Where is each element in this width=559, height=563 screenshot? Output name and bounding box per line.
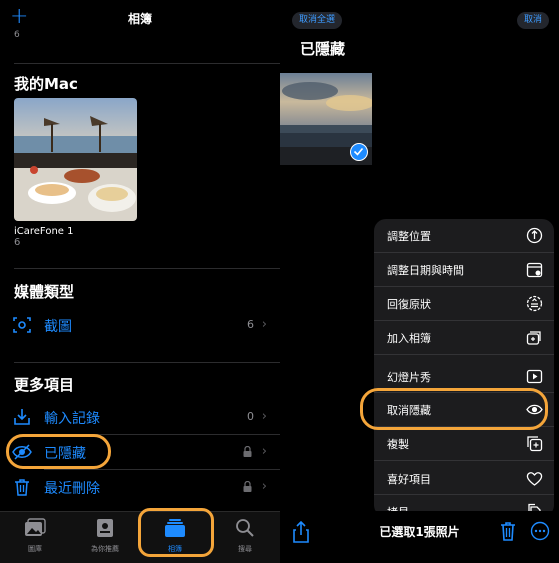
revert-icon: [526, 295, 543, 312]
chevron-right-icon: ›: [261, 317, 267, 332]
hidden-album-screen: 取消全選 取消 已隱藏 調整位置 調整日期與時間 回復原狀 加入相簿 幻燈片秀 …: [280, 0, 559, 563]
menu-item-add-to-album[interactable]: 加入相簿: [374, 321, 554, 354]
menu-item-adjust-location[interactable]: 調整位置: [374, 219, 554, 252]
album-name: iCareFone 1: [14, 226, 74, 237]
list-item-recently-deleted[interactable]: 最近刪除 ›: [0, 470, 280, 504]
album-count: 6: [14, 30, 20, 40]
photos-library-icon: [25, 518, 46, 536]
menu-item-favorite[interactable]: 喜好項目: [374, 462, 554, 495]
for-you-icon: [97, 519, 113, 537]
selection-count: 已選取1張照片: [379, 525, 460, 539]
trash-icon: [15, 479, 29, 496]
divider: [14, 268, 280, 269]
page-title: 相簿: [127, 12, 152, 26]
menu-item-label: 加入相簿: [387, 332, 431, 345]
chevron-right-icon: ›: [261, 479, 267, 494]
selected-checkmark-icon: [350, 143, 368, 161]
search-icon: [236, 519, 254, 537]
add-to-album-icon: [526, 331, 541, 345]
list-item-label: 截圖: [44, 319, 72, 335]
chevron-right-icon: ›: [261, 444, 267, 459]
section-title-media-types: 媒體類型: [14, 283, 75, 301]
divider: [14, 362, 280, 363]
list-item-imports[interactable]: 輸入記錄 0 ›: [0, 400, 280, 434]
section-title-my-mac: 我的Mac: [14, 75, 78, 93]
page-title: 已隱藏: [300, 40, 346, 58]
heart-icon: [526, 472, 543, 486]
album-item-count: 6: [14, 237, 21, 248]
selection-toolbar: 已選取1張照片: [280, 511, 559, 563]
menu-item-label: 幻燈片秀: [387, 371, 431, 384]
highlight-unhide-item: [360, 388, 548, 430]
tab-label: 為你推薦: [91, 545, 119, 553]
tab-search[interactable]: 搜尋: [217, 518, 273, 554]
duplicate-icon: [527, 436, 543, 452]
album-thumbnail[interactable]: [14, 98, 137, 221]
trash-icon[interactable]: [499, 521, 517, 541]
tab-library[interactable]: 圖庫: [7, 518, 63, 554]
section-title-more-items: 更多項目: [14, 376, 75, 394]
deselect-all-button[interactable]: 取消全選: [292, 12, 343, 29]
tab-label: 搜尋: [238, 545, 252, 553]
albums-screen: + 相簿 6 我的Mac iCareFone 1 6 媒體類型 截圖 6 › 更…: [0, 0, 280, 563]
chevron-right-icon: ›: [261, 409, 267, 424]
menu-item-duplicate[interactable]: 複製: [374, 427, 554, 460]
adjust-location-icon: [526, 227, 543, 244]
screenshot-icon: [13, 317, 31, 333]
divider: [374, 354, 554, 355]
highlight-hidden-album: [6, 434, 111, 469]
context-menu: 調整位置 調整日期與時間 回復原狀 加入相簿 幻燈片秀 取消隱藏 複製 喜好項目: [374, 219, 554, 517]
list-item-label: 輸入記錄: [44, 411, 100, 427]
menu-item-label: 複製: [387, 438, 409, 451]
menu-item-label: 調整日期與時間: [387, 264, 464, 277]
slideshow-icon: [526, 369, 543, 384]
import-icon: [14, 409, 30, 425]
menu-item-adjust-date-time[interactable]: 調整日期與時間: [374, 253, 554, 286]
tab-for-you[interactable]: 為你推薦: [77, 518, 133, 554]
menu-item-revert[interactable]: 回復原狀: [374, 287, 554, 320]
menu-item-label: 回復原狀: [387, 298, 431, 311]
list-item-count: 0: [247, 410, 254, 423]
lock-icon: [243, 481, 252, 492]
menu-item-label: 調整位置: [387, 230, 431, 243]
highlight-albums-tab: [138, 508, 214, 557]
divider: [14, 63, 280, 64]
list-item-label: 最近刪除: [44, 481, 100, 497]
tab-label: 圖庫: [28, 545, 42, 553]
lock-icon: [243, 446, 252, 457]
divider: [374, 460, 554, 461]
list-item-screenshots[interactable]: 截圖 6 ›: [0, 308, 280, 342]
list-item-count: 6: [247, 318, 254, 331]
calendar-icon: [526, 262, 543, 278]
cancel-button[interactable]: 取消: [516, 12, 549, 29]
more-options-icon[interactable]: [530, 521, 550, 541]
menu-item-label: 喜好項目: [387, 473, 431, 486]
